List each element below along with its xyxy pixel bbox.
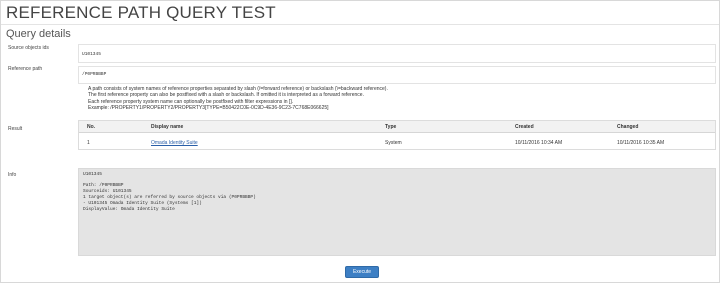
row-type: System [385,140,402,146]
reference-path-label: Reference path [8,66,43,72]
reference-path-input[interactable] [78,66,716,84]
result-table-header: No. Display name Type Created Changed [79,121,715,133]
result-table: No. Display name Type Created Changed 1 … [78,120,716,150]
info-line: DisplayValue: Omada Identity Suite [83,207,175,212]
title-divider [0,24,720,25]
result-label: Result [8,126,23,132]
help-line: Example: /PROPERTY1/PROPERTY2/PROPERTY3[… [88,105,329,112]
row-display-name-link[interactable]: Omada Identity Suite [151,140,198,146]
execute-button[interactable]: Execute [345,266,379,278]
column-header-changed[interactable]: Changed [617,124,638,130]
column-header-created[interactable]: Created [515,124,534,130]
column-header-no[interactable]: No. [87,124,95,130]
info-lines: Path: /P0PRBBBP Sourceids: U101345 1 tar… [83,183,256,213]
row-no: 1 [87,140,90,146]
column-header-type[interactable]: Type [385,124,396,130]
info-output[interactable]: U101345 Path: /P0PRBBBP Sourceids: U1013… [78,168,716,256]
info-label: Info [8,172,17,178]
source-objects-value: U101345 [82,52,101,57]
page-title: REFERENCE PATH QUERY TEST [6,3,276,22]
source-objects-input[interactable] [78,44,716,63]
reference-path-value: /P0PRBBBP [82,72,107,77]
info-first-line: U101345 [83,172,102,177]
section-title: Query details [6,28,71,40]
row-created: 10/11/2016 10:34 AM [515,140,563,146]
row-changed: 10/11/2016 10:35 AM [617,140,665,146]
column-header-display-name[interactable]: Display name [151,124,183,130]
source-objects-label: Source objects ids [8,45,49,51]
help-line: The first reference property can also be… [88,92,364,99]
reference-path-help: A path consists of system names of refer… [88,86,388,112]
